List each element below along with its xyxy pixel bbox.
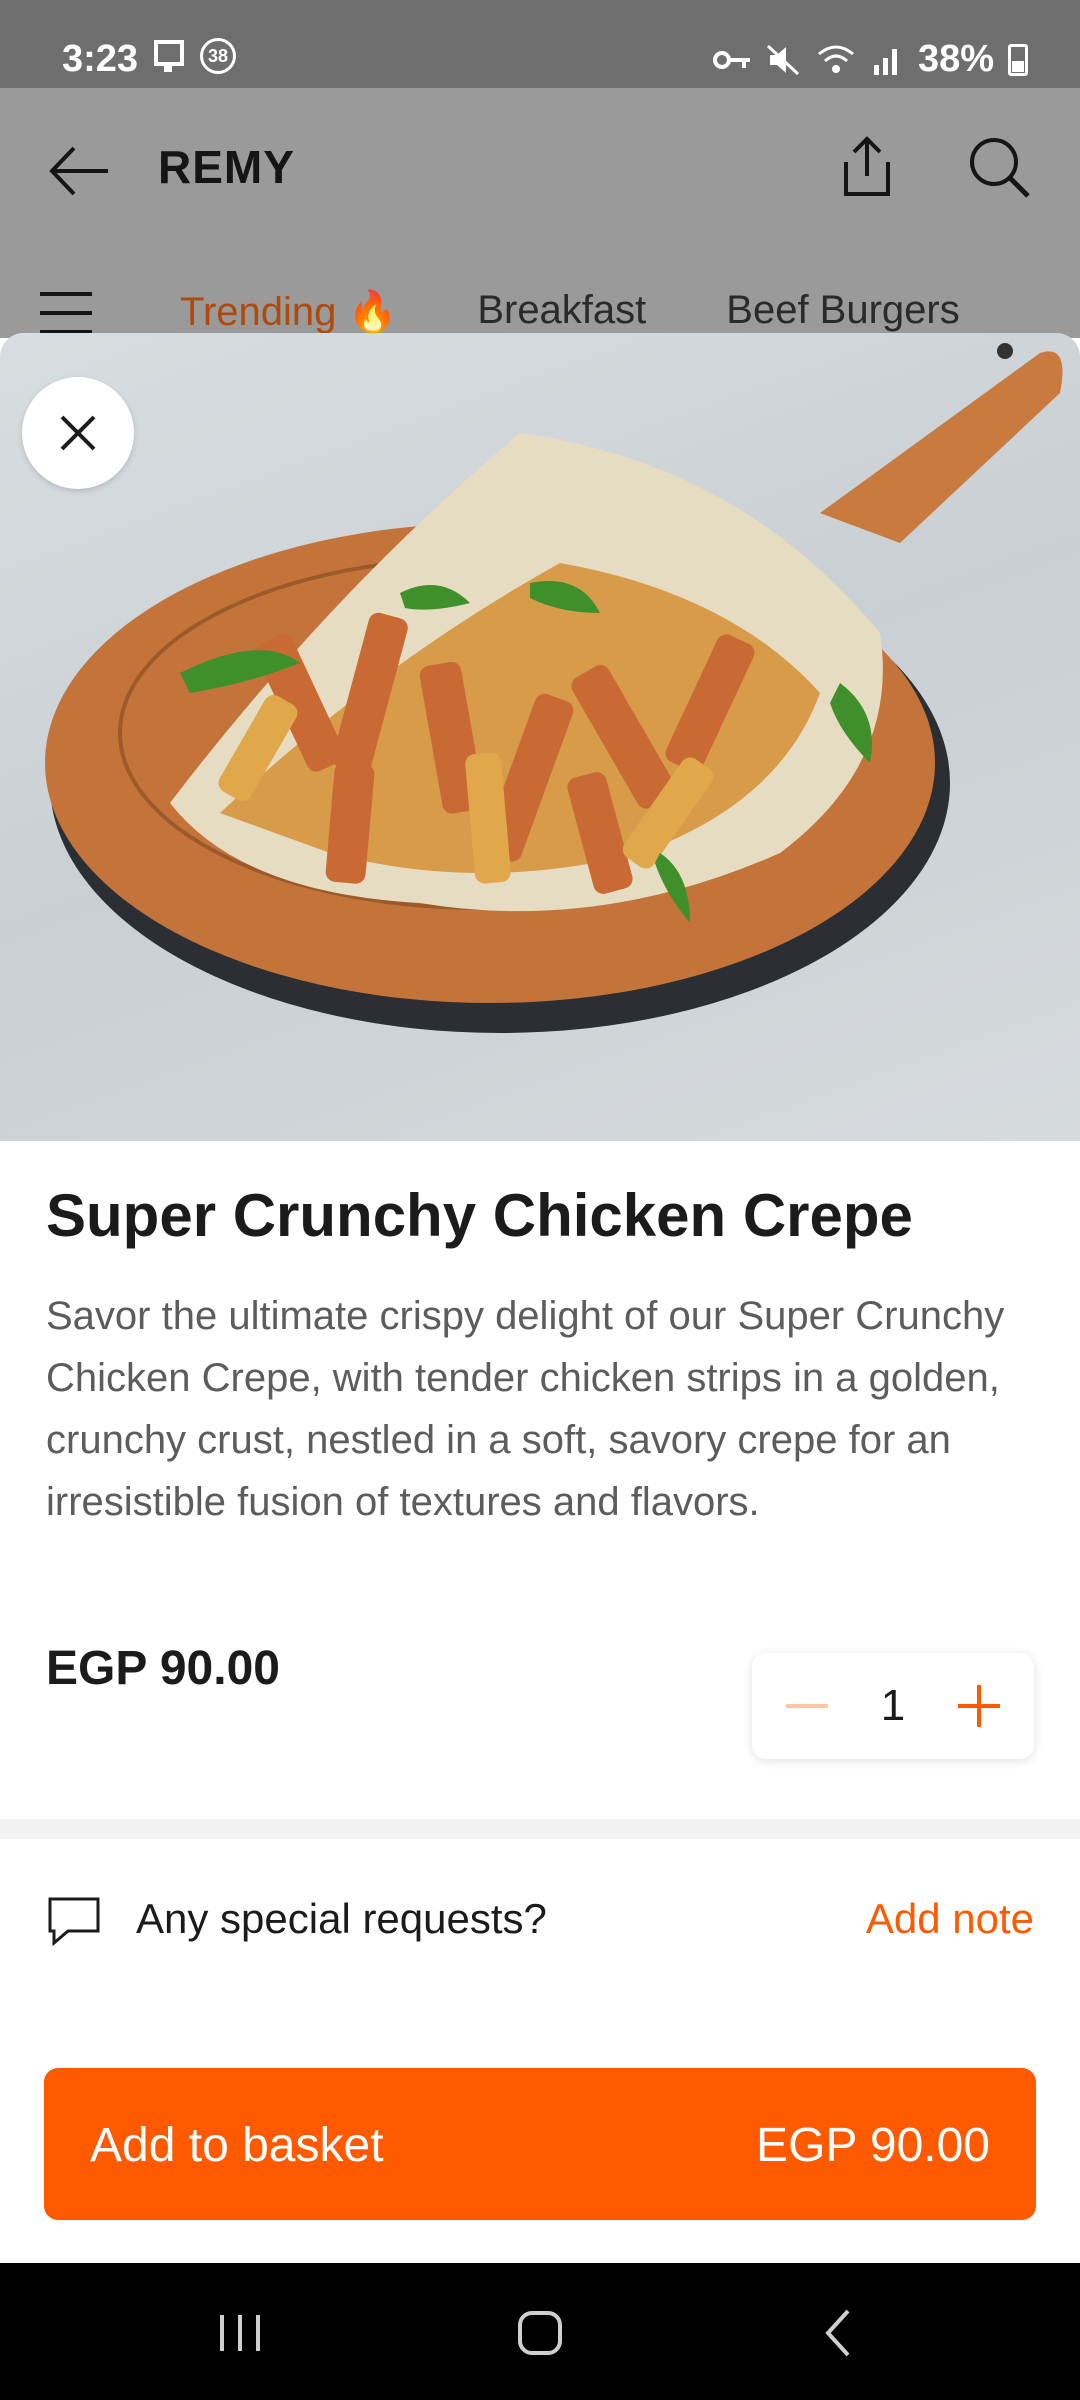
status-icons-right: 38%	[712, 38, 1028, 81]
plus-icon[interactable]	[954, 1681, 1004, 1731]
special-requests-label: Any special requests?	[136, 1895, 547, 1942]
status-icons-left: 38	[150, 36, 236, 76]
navigation-bar	[0, 2263, 1080, 2400]
status-bar: 3:23 38 38%	[0, 0, 1080, 88]
app-header: REMY	[0, 88, 1080, 248]
quantity-value: 1	[880, 1681, 906, 1730]
minus-icon[interactable]	[782, 1681, 832, 1731]
wifi-icon	[817, 45, 854, 73]
signal-icon	[873, 48, 897, 75]
mute-icon	[766, 44, 799, 75]
background-app: REMY Trending 🔥 Breakfast Beef Burgers	[0, 88, 1080, 338]
home-icon[interactable]	[500, 2293, 580, 2373]
add-to-basket-label: Add to basket	[90, 2119, 384, 2172]
product-description: Savor the ultimate crispy delight of our…	[46, 1294, 1005, 1524]
status-time: 3:23	[62, 38, 139, 80]
product-image	[0, 333, 1080, 1141]
tab-breakfast[interactable]: Breakfast	[477, 288, 646, 335]
quantity-stepper: 1	[752, 1653, 1034, 1759]
page-title: REMY	[158, 141, 295, 193]
category-tabs: Trending 🔥 Breakfast Beef Burgers	[180, 288, 960, 335]
back-arrow-icon[interactable]	[44, 136, 114, 206]
close-icon	[60, 415, 96, 451]
notification-count-badge: 38	[200, 38, 236, 74]
product-title: Super Crunchy Chicken Crepe	[46, 1182, 913, 1249]
nav-back-icon[interactable]	[800, 2293, 880, 2373]
recent-apps-icon[interactable]	[200, 2293, 280, 2373]
search-icon[interactable]	[964, 132, 1034, 202]
add-to-basket-button[interactable]: Add to basket EGP 90.00	[44, 2068, 1036, 2220]
product-sheet: Super Crunchy Chicken Crepe Savor the ul…	[0, 333, 1080, 2263]
add-note-link[interactable]: Add note	[866, 1895, 1034, 1943]
phone-icon	[154, 40, 184, 72]
product-price: EGP 90.00	[46, 1642, 280, 1695]
battery-percent: 38%	[917, 38, 994, 80]
battery-icon	[1008, 43, 1028, 76]
section-divider	[0, 1819, 1080, 1839]
chat-bubble-icon	[48, 1897, 100, 1947]
tab-trending[interactable]: Trending 🔥	[180, 288, 397, 335]
tab-beef-burgers[interactable]: Beef Burgers	[726, 288, 959, 335]
special-requests-row: Any special requests? Add note	[0, 1873, 1080, 1973]
vpn-key-icon	[712, 50, 750, 69]
crepe-illustration	[45, 343, 1063, 1033]
add-to-basket-price: EGP 90.00	[756, 2119, 990, 2172]
hamburger-menu-icon[interactable]	[36, 288, 96, 338]
share-icon[interactable]	[832, 132, 902, 202]
close-button[interactable]	[22, 377, 134, 489]
